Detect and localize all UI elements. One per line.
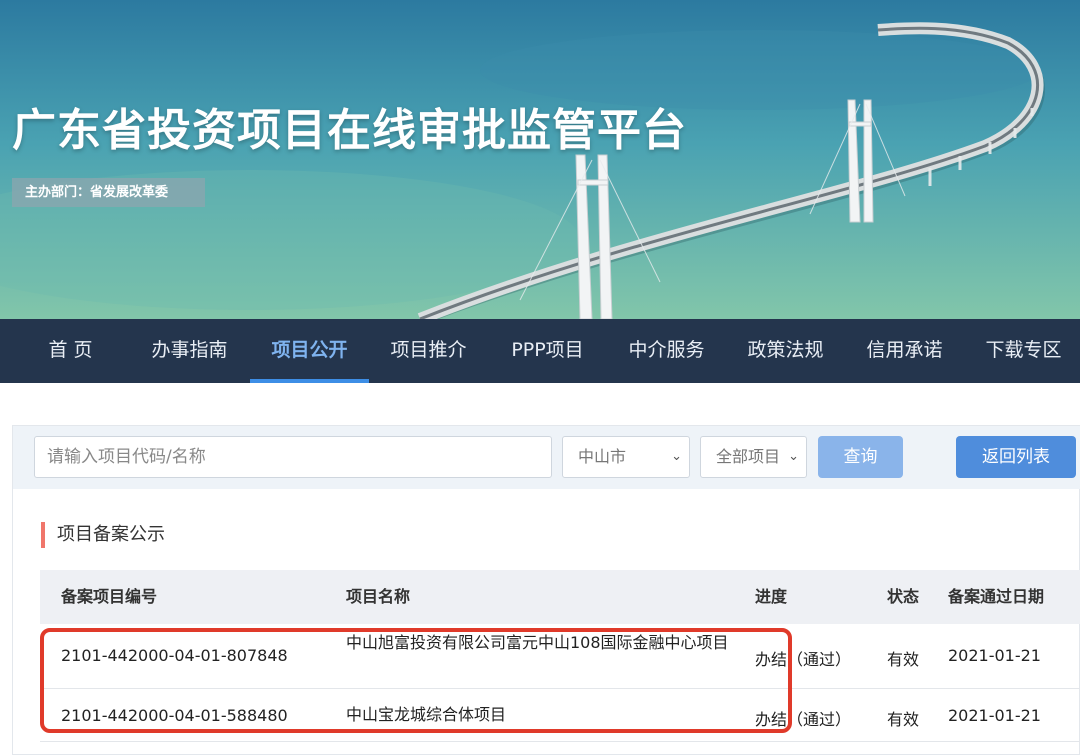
project-type-select[interactable]: 全部项目 ⌄ bbox=[700, 436, 807, 478]
header-progress: 进度 bbox=[755, 587, 788, 606]
site-title: 广东省投资项目在线审批监管平台 bbox=[12, 105, 687, 156]
city-select[interactable]: 中山市 ⌄ bbox=[562, 436, 690, 478]
header-code: 备案项目编号 bbox=[61, 587, 158, 606]
project-type-select-value: 全部项目 bbox=[716, 447, 781, 466]
hero-banner: 广东省投资项目在线审批监管平台 主办部门：省发展改革委 bbox=[0, 0, 1080, 319]
cell-name[interactable]: 中山旭富投资有限公司富元中山108国际金融中心项目 bbox=[346, 631, 736, 655]
header-status: 状态 bbox=[887, 587, 920, 606]
city-select-value: 中山市 bbox=[578, 447, 627, 466]
nav-item-downloads[interactable]: 下载专区 bbox=[964, 319, 1080, 383]
host-department-tag: 主办部门：省发展改革委 bbox=[12, 178, 205, 207]
cell-status: 有效 bbox=[887, 650, 920, 669]
header-name: 项目名称 bbox=[346, 587, 411, 606]
section-title: 项目备案公示 bbox=[41, 522, 165, 548]
cell-name[interactable]: 中山宝龙城综合体项目 bbox=[346, 703, 736, 727]
nav-item-ppp[interactable]: PPP项目 bbox=[488, 319, 607, 383]
nav-item-policies[interactable]: 政策法规 bbox=[726, 319, 845, 383]
nav-item-guide[interactable]: 办事指南 bbox=[130, 319, 249, 383]
table-header: 备案项目编号 项目名称 进度 状态 备案通过日期 bbox=[40, 570, 1080, 624]
search-bar: 中山市 ⌄ 全部项目 ⌄ 查询 返回列表 bbox=[13, 426, 1080, 489]
table-row[interactable]: 2101-442000-04-01-807848 中山旭富投资有限公司富元中山1… bbox=[40, 624, 1080, 689]
search-panel: 中山市 ⌄ 全部项目 ⌄ 查询 返回列表 项目备案公示 备案项目编号 项目名称 … bbox=[12, 425, 1080, 755]
header-date: 备案通过日期 bbox=[948, 587, 1045, 606]
main-nav: 首 页 办事指南 项目公开 项目推介 PPP项目 中介服务 政策法规 信用承诺 … bbox=[0, 319, 1080, 383]
query-button[interactable]: 查询 bbox=[818, 436, 903, 478]
nav-item-agency-services[interactable]: 中介服务 bbox=[607, 319, 726, 383]
table-row[interactable]: 2101-442000-04-01-588480 中山宝龙城综合体项目 办结（通… bbox=[40, 689, 1080, 742]
nav-item-project-promotion[interactable]: 项目推介 bbox=[369, 319, 488, 383]
nav-item-project-disclosure[interactable]: 项目公开 bbox=[250, 319, 369, 383]
chevron-down-icon: ⌄ bbox=[788, 449, 799, 464]
cell-code: 2101-442000-04-01-807848 bbox=[61, 646, 288, 665]
cell-code: 2101-442000-04-01-588480 bbox=[61, 706, 288, 725]
cell-progress: 办结（通过） bbox=[755, 710, 852, 729]
nav-item-credit[interactable]: 信用承诺 bbox=[845, 319, 964, 383]
cell-date: 2021-01-21 bbox=[948, 646, 1041, 665]
cell-status: 有效 bbox=[887, 710, 920, 729]
chevron-down-icon: ⌄ bbox=[671, 449, 682, 464]
cell-progress: 办结（通过） bbox=[755, 650, 852, 669]
cell-date: 2021-01-21 bbox=[948, 706, 1041, 725]
nav-item-home[interactable]: 首 页 bbox=[11, 319, 130, 383]
bridge-photo bbox=[0, 0, 1080, 319]
back-to-list-button[interactable]: 返回列表 bbox=[956, 436, 1076, 478]
search-input[interactable] bbox=[34, 436, 552, 478]
